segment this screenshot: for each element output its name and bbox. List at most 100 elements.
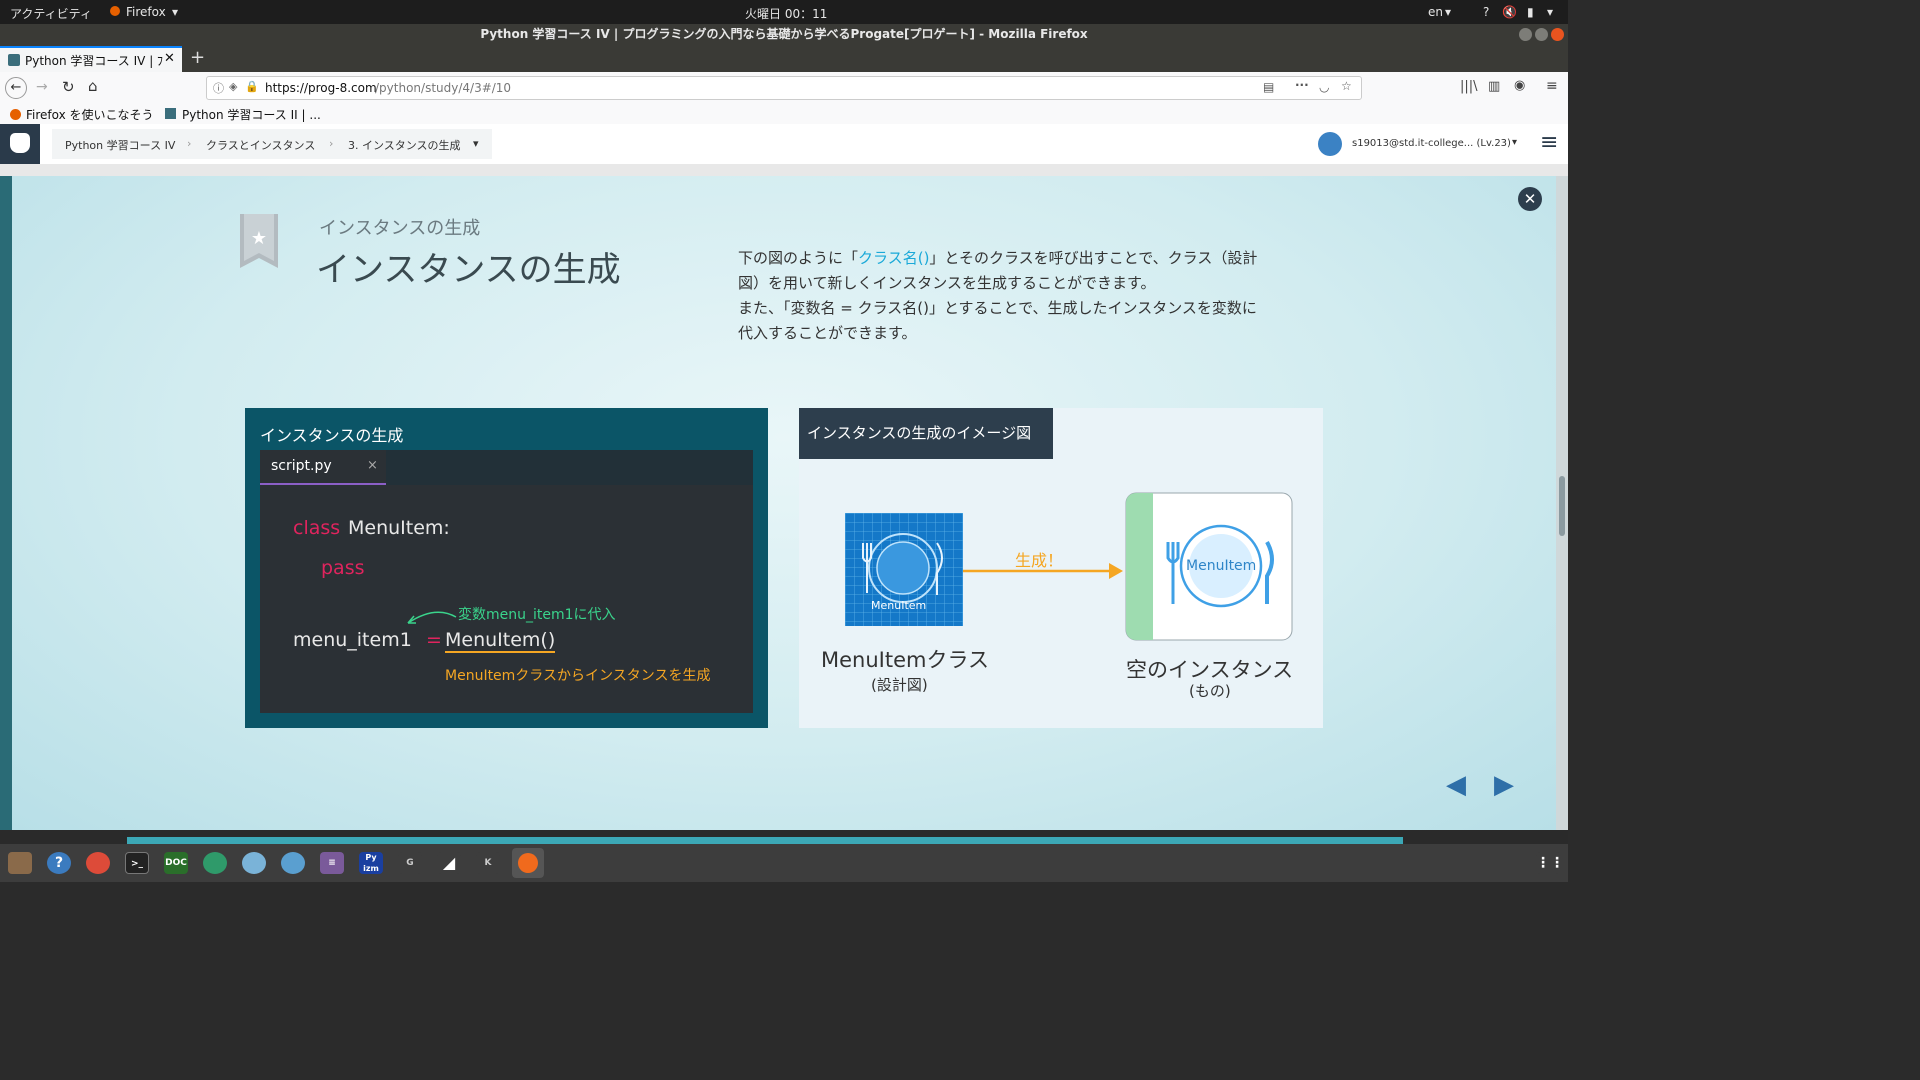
scrollbar-thumb[interactable] [1559, 476, 1565, 536]
slide-description: 下の図のように「クラス名()」とそのクラスを呼び出すことで、クラス（設計 図）を… [738, 246, 1318, 346]
home-button[interactable]: ⌂ [88, 77, 98, 95]
help-icon[interactable]: ? [1483, 5, 1489, 19]
breadcrumb-chapter[interactable]: クラスとインスタンス [206, 137, 315, 153]
tab-progate[interactable]: Python 学習コース IV | ﾌﾞ ✕ [0, 46, 182, 72]
account-icon[interactable]: ◉ [1514, 78, 1525, 93]
help-app-icon[interactable]: ? [47, 852, 71, 874]
chrome-icon[interactable] [86, 852, 110, 874]
user-name[interactable]: s19013@std.it-college... (Lv.23) [1352, 138, 1511, 149]
k-app-icon[interactable]: K [476, 852, 500, 874]
file-tab-close-icon[interactable]: × [367, 458, 378, 473]
desc-text: また、「変数名 = クラス名()」とすることで、生成したインスタンスを変数に [738, 299, 1257, 317]
avatar[interactable] [1318, 132, 1342, 156]
pen-app-icon[interactable]: ◢ [437, 852, 461, 874]
tab-close-icon[interactable]: ✕ [164, 51, 175, 66]
g-app-icon[interactable]: G [398, 852, 422, 874]
forward-button[interactable]: → [36, 79, 48, 95]
code-editor: class MenuItem: pass menu_item1 = MenuIt… [260, 485, 753, 713]
window-title: Python 学習コース IV | プログラミングの入門なら基礎から学べるPro… [480, 27, 1088, 41]
doc-app-icon[interactable]: DOC [164, 852, 188, 874]
bookmark-ribbon-icon[interactable]: ★ [240, 214, 278, 268]
desc-text: 図）を用いて新しくインスタンスを生成することができます。 [738, 274, 1156, 292]
close-slide-button[interactable]: ✕ [1518, 187, 1542, 211]
back-button[interactable]: ← [5, 77, 27, 99]
progate-bookmark-icon [165, 108, 176, 119]
progate-logo-icon [10, 133, 30, 153]
taskbar: ? >_ DOC ≡ Py izm G ◢ K ⋮⋮ [0, 844, 1568, 882]
menu-icon[interactable]: ≡ [1546, 78, 1558, 94]
page-actions-icon[interactable]: ··· [1295, 78, 1309, 92]
pocket-icon[interactable]: ◡ [1319, 80, 1329, 94]
file-tab-label: script.py [271, 458, 332, 474]
bookmark-python-course[interactable]: Python 学習コース II | ... [182, 106, 321, 123]
browser-app-icon[interactable] [242, 852, 266, 874]
reader-view-icon[interactable]: ▤ [1263, 80, 1274, 94]
scrollbar[interactable] [1556, 176, 1568, 836]
instance-label: MenuItem [1186, 558, 1257, 574]
user-menu-arrow-icon[interactable]: ▾ [1512, 137, 1517, 148]
editor-tab-bar: script.py × [260, 450, 753, 485]
reload-button[interactable]: ↻ [62, 78, 75, 96]
sidebar-icon[interactable]: ▥ [1488, 79, 1500, 94]
breadcrumb-separator-icon: › [329, 137, 334, 150]
window-titlebar: Python 学習コース IV | プログラミングの入門なら基礎から学べるPro… [0, 24, 1568, 46]
bookmark-firefox-tips[interactable]: Firefox を使いこなそう [26, 106, 154, 123]
firefox-taskbar-icon[interactable] [512, 848, 544, 878]
firefox-logo-icon [518, 853, 538, 873]
browser2-app-icon[interactable] [281, 852, 305, 874]
class-caption: MenuItemクラス [821, 648, 990, 672]
code-variable: menu_item1 [293, 629, 412, 651]
info-icon[interactable]: ⓘ [213, 80, 224, 96]
globe-app-icon[interactable] [203, 852, 227, 874]
app-menu-arrow-icon: ▾ [172, 5, 179, 19]
activities-button[interactable]: アクティビティ [10, 5, 92, 22]
shield-icon[interactable]: ◈ [229, 80, 237, 93]
blueprint-label: MenuItem [871, 599, 927, 612]
tab-label: Python 学習コース IV | ﾌﾞ [25, 54, 163, 68]
url-bar[interactable]: ⓘ ◈ 🔒 https://prog-8.com /python/study/4… [206, 76, 1362, 100]
close-window-button[interactable] [1551, 28, 1564, 41]
notes-app-icon[interactable]: ≡ [320, 852, 344, 874]
minimize-button[interactable] [1519, 28, 1532, 41]
url-host: https://prog-8.com [265, 81, 377, 95]
breadcrumb-dropdown-icon[interactable]: ▾ [473, 137, 479, 150]
volume-icon[interactable]: 🔇 [1502, 5, 1517, 19]
app-grid-icon[interactable]: ⋮⋮ [1536, 852, 1564, 874]
progress-bar [127, 837, 1403, 844]
language-indicator[interactable]: en [1428, 5, 1443, 19]
code-keyword-pass: pass [321, 557, 365, 579]
breadcrumb-course[interactable]: Python 学習コース IV [65, 137, 175, 153]
code-keyword-class: class [293, 517, 341, 539]
desc-text: 」とそのクラスを呼び出すことで、クラス（設計 [929, 249, 1258, 267]
files-icon[interactable] [8, 852, 32, 874]
firefox-bookmark-icon [10, 109, 21, 120]
url-path: /python/study/4/3#/10 [375, 81, 512, 95]
lock-icon[interactable]: 🔒 [245, 80, 259, 93]
battery-icon[interactable]: ▮ [1527, 5, 1534, 19]
app-menu[interactable]: Firefox [126, 5, 166, 19]
desc-code-link: クラス名() [858, 249, 930, 267]
pyizm-app-icon[interactable]: Py izm [359, 852, 383, 874]
progate-logo[interactable] [0, 124, 40, 164]
library-icon[interactable]: |||\ [1460, 79, 1478, 94]
file-tab[interactable]: script.py × [260, 450, 386, 485]
slide-title: インスタンスの生成 [316, 250, 621, 290]
hamburger-menu-icon[interactable]: ≡ [1540, 132, 1558, 154]
new-tab-button[interactable]: + [190, 47, 205, 68]
arrow-label: 生成！ [1015, 551, 1064, 570]
clock[interactable]: 火曜日 00：11 [745, 5, 827, 22]
prev-slide-button[interactable]: ◀ [1446, 770, 1466, 800]
code-panel-title: インスタンスの生成 [260, 426, 404, 445]
bookmark-star-icon[interactable]: ☆ [1341, 79, 1352, 93]
gnome-top-bar: アクティビティ Firefox ▾ 火曜日 00：11 en ▾ ? 🔇 ▮ ▾ [0, 0, 1568, 24]
lang-arrow-icon: ▾ [1445, 5, 1452, 19]
desc-text: 下の図のように「 [738, 249, 859, 267]
next-slide-button[interactable]: ▶ [1494, 770, 1514, 800]
breadcrumb-lesson[interactable]: 3. インスタンスの生成 [348, 137, 461, 153]
class-subcaption: (設計図) [871, 676, 928, 694]
header-shadow [0, 164, 1568, 176]
terminal-icon[interactable]: >_ [125, 852, 149, 874]
system-menu-arrow-icon[interactable]: ▾ [1547, 5, 1553, 19]
navigation-toolbar: ← → ↻ ⌂ ⓘ ◈ 🔒 https://prog-8.com /python… [0, 72, 1568, 105]
maximize-button[interactable] [1535, 28, 1548, 41]
